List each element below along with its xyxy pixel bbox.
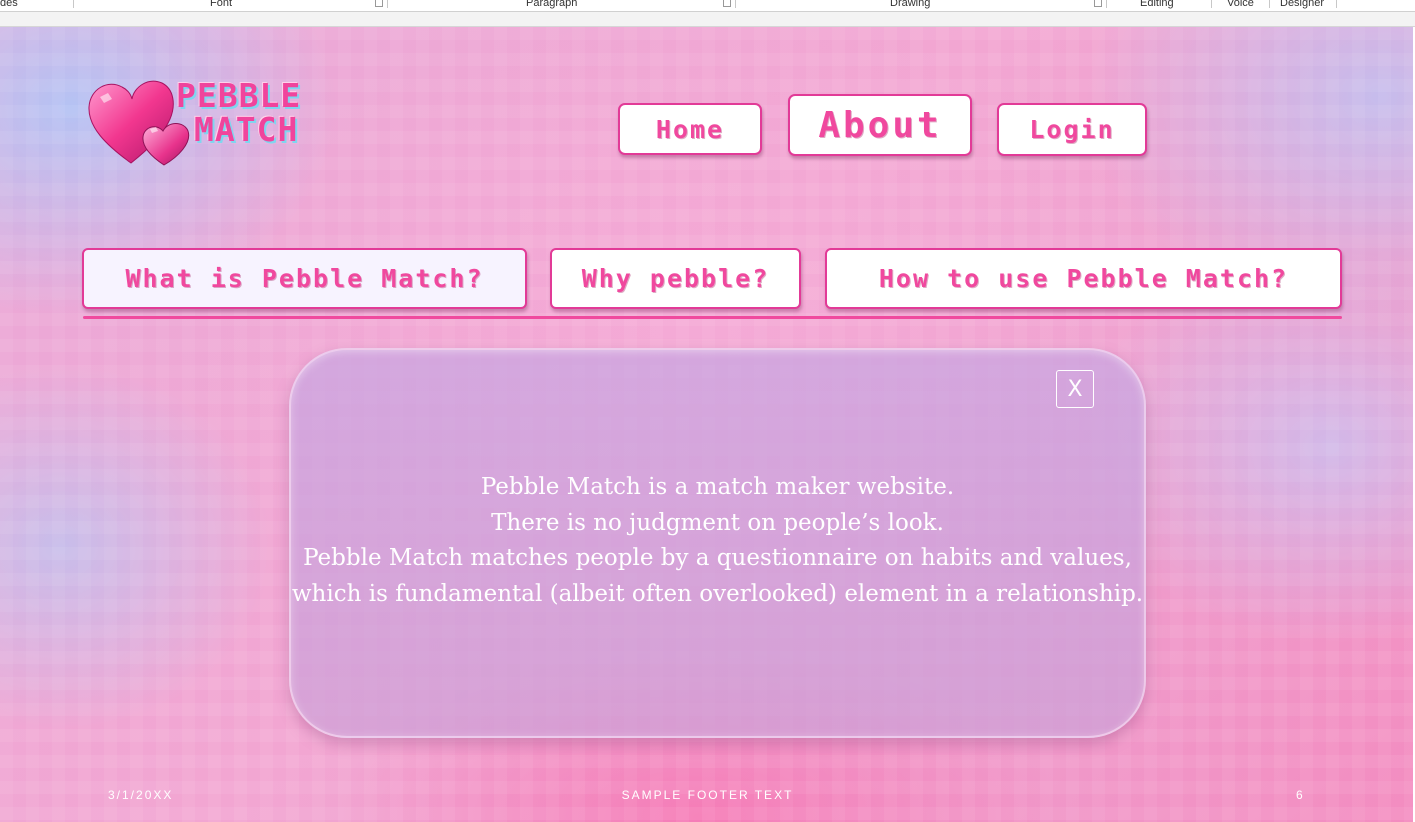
panel-line: There is no judgment on people’s look. (491, 509, 944, 536)
ribbon-group-editing[interactable]: Editing (1140, 0, 1174, 9)
how-to-use-button[interactable]: How to use Pebble Match? (825, 248, 1342, 309)
panel-line: which is fundamental (albeit often overl… (291, 580, 1144, 607)
footer-text: SAMPLE FOOTER TEXT (621, 788, 794, 802)
ribbon-separator (1211, 0, 1212, 8)
info-panel: X Pebble Match is a match maker website.… (289, 348, 1146, 738)
ribbon-group-paragraph[interactable]: Paragraph (526, 0, 577, 9)
logo-line-2: MATCH (194, 110, 299, 149)
ribbon-group-designer[interactable]: Designer (1280, 0, 1324, 9)
ribbon-group-voice[interactable]: Voice (1227, 0, 1254, 9)
footer-page-number: 6 (1296, 788, 1305, 802)
ribbon-bar: des Font Paragraph Drawing Editing Voice… (0, 0, 1415, 27)
paragraph-dialog-launcher-icon[interactable] (723, 0, 731, 7)
drawing-dialog-launcher-icon[interactable] (1094, 0, 1102, 7)
ribbon-group-drawing[interactable]: Drawing (890, 0, 930, 9)
ribbon-separator (73, 0, 74, 8)
about-button[interactable]: About (788, 94, 972, 156)
ribbon-separator (1336, 0, 1337, 8)
section-divider (83, 316, 1342, 319)
panel-description: Pebble Match is a match maker website. T… (291, 470, 1144, 612)
ribbon-separator (735, 0, 736, 8)
ribbon-separator (1269, 0, 1270, 8)
home-button[interactable]: Home (618, 103, 762, 155)
what-is-pebble-match-button[interactable]: What is Pebble Match? (82, 248, 527, 309)
slide-canvas[interactable]: PEBBLE MATCH Home About Login What is Pe… (0, 27, 1415, 822)
close-button[interactable]: X (1056, 370, 1094, 408)
logo: PEBBLE MATCH (86, 75, 346, 167)
ribbon-separator (1106, 0, 1107, 8)
login-button[interactable]: Login (997, 103, 1147, 156)
logo-wordmark: PEBBLE MATCH (176, 79, 301, 147)
why-pebble-button[interactable]: Why pebble? (550, 248, 801, 309)
panel-line: Pebble Match matches people by a questio… (303, 545, 1132, 571)
panel-line: Pebble Match is a match maker website. (480, 474, 955, 500)
ribbon-group-font[interactable]: Font (210, 0, 232, 9)
ribbon-separator (387, 0, 388, 8)
ribbon-group-labels: des Font Paragraph Drawing Editing Voice… (0, 0, 1415, 12)
ribbon-group-slides[interactable]: des (0, 0, 18, 9)
font-dialog-launcher-icon[interactable] (375, 0, 383, 7)
